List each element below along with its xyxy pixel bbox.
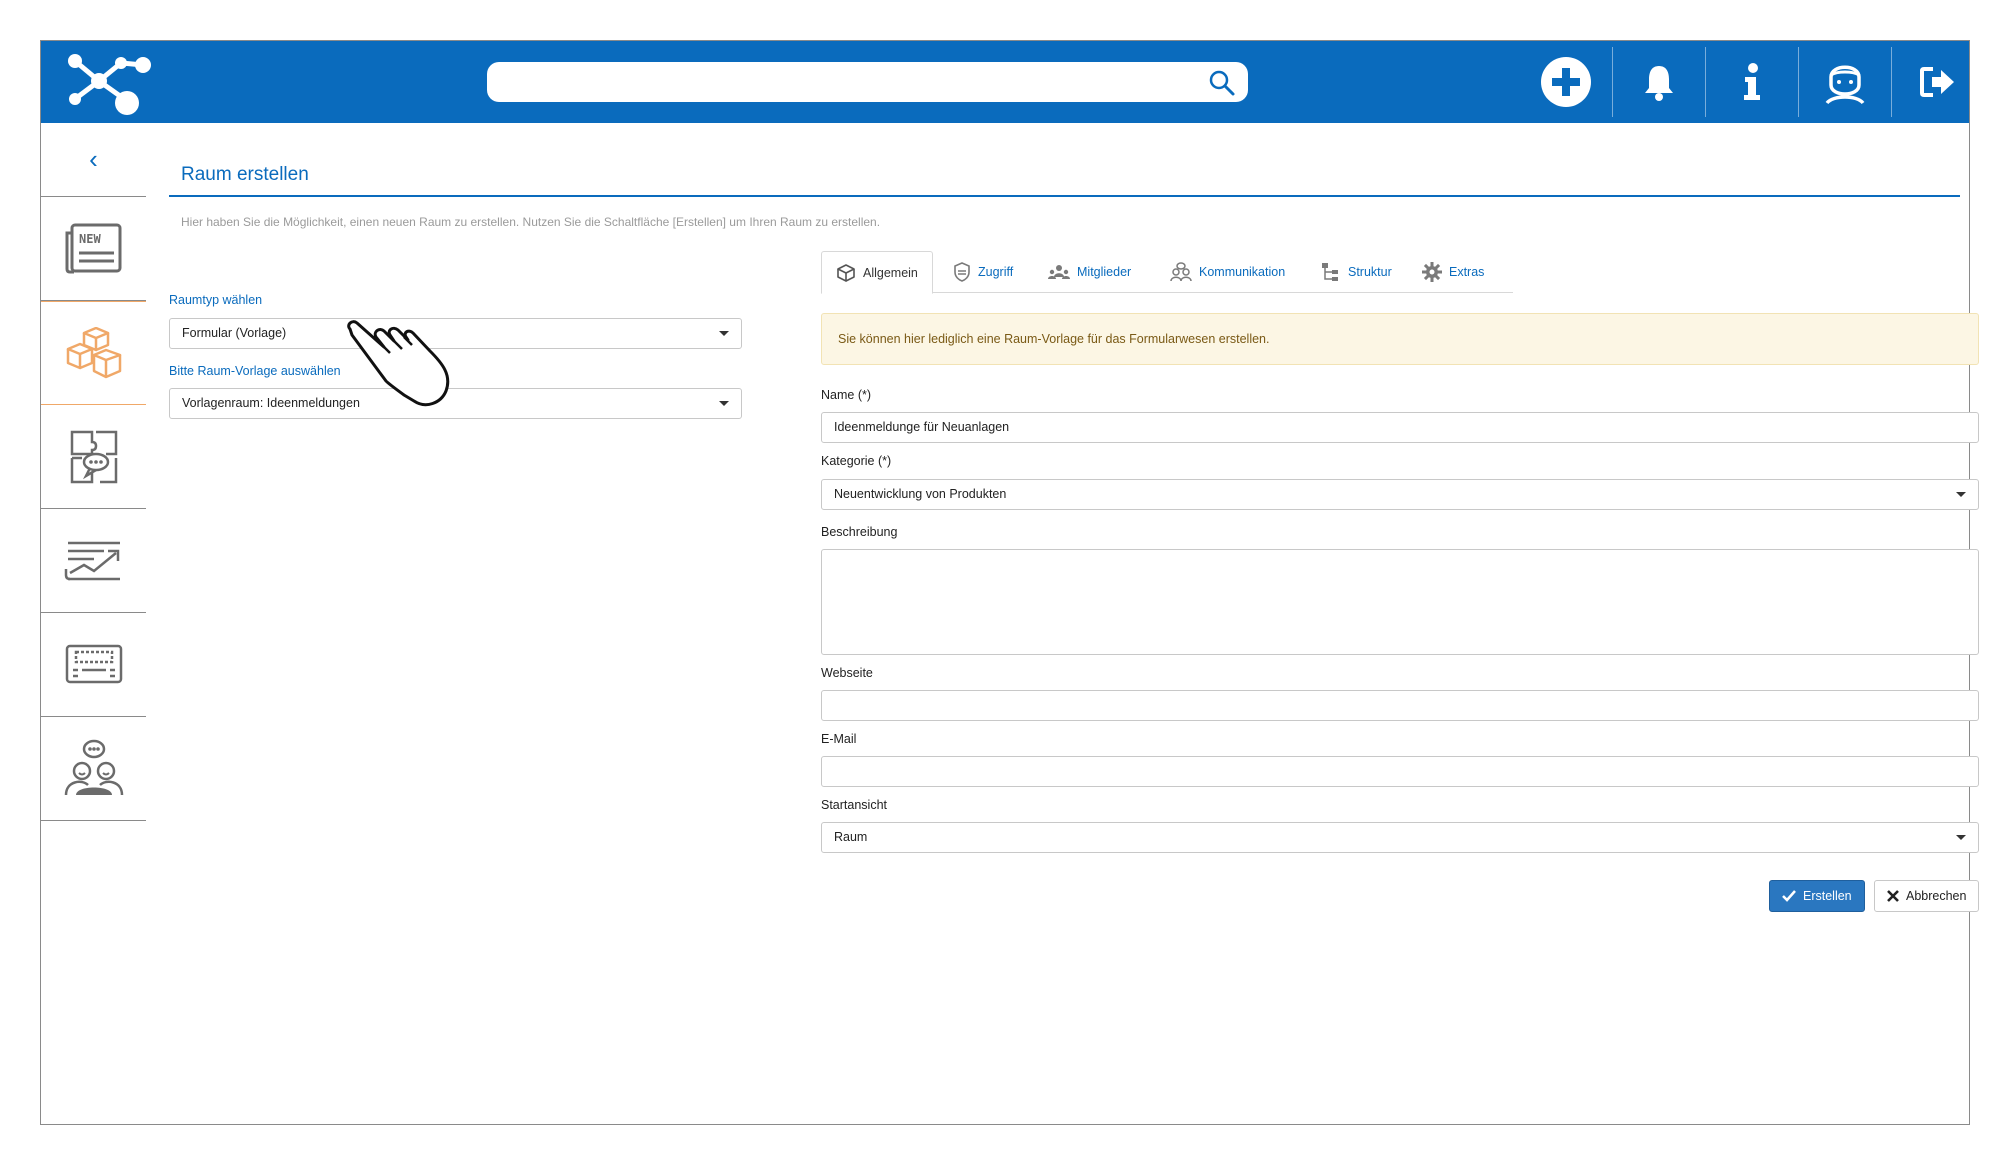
svg-text:NEW: NEW	[79, 232, 101, 246]
roomtype-label: Raumtyp wählen	[169, 293, 263, 307]
sidebar-item-community[interactable]	[41, 717, 146, 821]
communication-icon	[1170, 262, 1192, 282]
name-label: Name (*)	[821, 388, 872, 402]
tab-struktur[interactable]: Struktur	[1307, 251, 1406, 293]
gear-icon	[1422, 262, 1442, 282]
network-logo-icon[interactable]	[61, 47, 151, 119]
category-label: Kategorie (*)	[821, 454, 892, 468]
close-icon	[1887, 890, 1899, 902]
name-field[interactable]: Ideenmeldunge für Neuanlagen	[821, 412, 1979, 443]
sidebar-item-news[interactable]: NEW	[41, 197, 146, 301]
chat-puzzle-icon	[70, 430, 117, 483]
profile-button[interactable]	[1799, 41, 1891, 123]
name-value: Ideenmeldunge für Neuanlagen	[834, 420, 1010, 434]
app-window: ‹ NEW Raum erstellen Hier haben Sie die …	[40, 40, 1980, 1125]
chevron-left-icon: ‹	[89, 144, 98, 174]
email-label: E-Mail	[821, 732, 857, 746]
tab-label: Zugriff	[978, 265, 1014, 279]
cancel-button[interactable]: Abbrechen	[1874, 880, 1980, 912]
startview-label: Startansicht	[821, 798, 888, 812]
notifications-button[interactable]	[1613, 41, 1705, 123]
tab-label: Struktur	[1348, 265, 1392, 279]
info-notice: Sie können hier lediglich eine Raum-Vorl…	[821, 313, 1979, 365]
tab-bar: Allgemein Zugriff Mitglieder Kommunikati…	[821, 251, 1513, 294]
title-divider	[169, 195, 1960, 197]
caret-down-icon	[1956, 835, 1966, 840]
intro-text: Hier haben Sie die Möglichkeit, einen ne…	[181, 215, 881, 229]
logout-button[interactable]	[1892, 41, 1984, 123]
sidebar-item-keyboard[interactable]	[41, 613, 146, 717]
tab-zugriff[interactable]: Zugriff	[939, 251, 1027, 293]
bell-icon	[1645, 66, 1673, 101]
cube-icon	[837, 263, 855, 282]
create-button[interactable]: Erstellen	[1769, 880, 1865, 912]
search-input[interactable]	[487, 62, 1248, 102]
website-label: Webseite	[821, 666, 873, 680]
tab-kommunikation[interactable]: Kommunikation	[1156, 251, 1299, 293]
sidebar-item-chat[interactable]	[41, 405, 146, 509]
template-value: Vorlagenraum: Ideenmeldungen	[182, 396, 360, 410]
roomtype-value: Formular (Vorlage)	[182, 326, 287, 340]
structure-icon	[1322, 263, 1338, 281]
email-field[interactable]	[821, 756, 1979, 787]
people-chat-icon	[64, 739, 123, 795]
create-button-label: Erstellen	[1803, 889, 1852, 903]
main-content: Raum erstellen Hier haben Sie die Möglic…	[169, 123, 1980, 1124]
info-button[interactable]	[1706, 41, 1798, 123]
tab-extras[interactable]: Extras	[1408, 251, 1498, 293]
sidebar-item-reports[interactable]	[41, 509, 146, 613]
info-icon	[1744, 63, 1760, 100]
plus-icon	[1541, 57, 1591, 107]
caret-down-icon	[719, 331, 729, 336]
search-icon[interactable]	[1208, 69, 1236, 97]
news-icon: NEW	[65, 223, 121, 273]
sidebar-item-rooms[interactable]	[41, 301, 146, 405]
logout-icon	[1920, 67, 1954, 97]
startview-select[interactable]: Raum	[821, 822, 1979, 853]
tab-label: Mitglieder	[1077, 265, 1132, 279]
keyboard-icon	[65, 644, 122, 683]
description-label: Beschreibung	[821, 525, 898, 539]
user-avatar-icon	[1825, 65, 1865, 105]
tab-mitglieder[interactable]: Mitglieder	[1034, 251, 1145, 293]
description-field[interactable]	[821, 549, 1979, 655]
tab-label: Allgemein	[863, 265, 918, 280]
checkmark-icon	[1782, 890, 1796, 902]
add-button[interactable]	[1520, 41, 1612, 123]
website-field[interactable]	[821, 690, 1979, 721]
boxes-icon	[66, 327, 121, 379]
caret-down-icon	[1956, 492, 1966, 497]
caret-down-icon	[719, 401, 729, 406]
startview-value: Raum	[834, 830, 868, 844]
top-bar	[41, 41, 1969, 123]
tab-allgemein[interactable]: Allgemein	[821, 251, 933, 294]
sidebar: ‹ NEW	[41, 123, 146, 1124]
chart-trend-icon	[64, 541, 120, 580]
shield-icon	[954, 262, 970, 282]
category-select[interactable]: Neuentwicklung von Produkten	[821, 479, 1979, 510]
cancel-button-label: Abbrechen	[1906, 889, 1967, 903]
pointing-hand-cursor-icon	[347, 320, 450, 407]
tab-label: Extras	[1449, 265, 1485, 279]
page-title: Raum erstellen	[181, 164, 309, 185]
members-icon	[1048, 265, 1070, 279]
back-button[interactable]: ‹	[41, 123, 146, 197]
tab-label: Kommunikation	[1199, 265, 1286, 279]
category-value: Neuentwicklung von Produkten	[834, 487, 1007, 501]
template-label: Bitte Raum-Vorlage auswählen	[169, 364, 341, 378]
